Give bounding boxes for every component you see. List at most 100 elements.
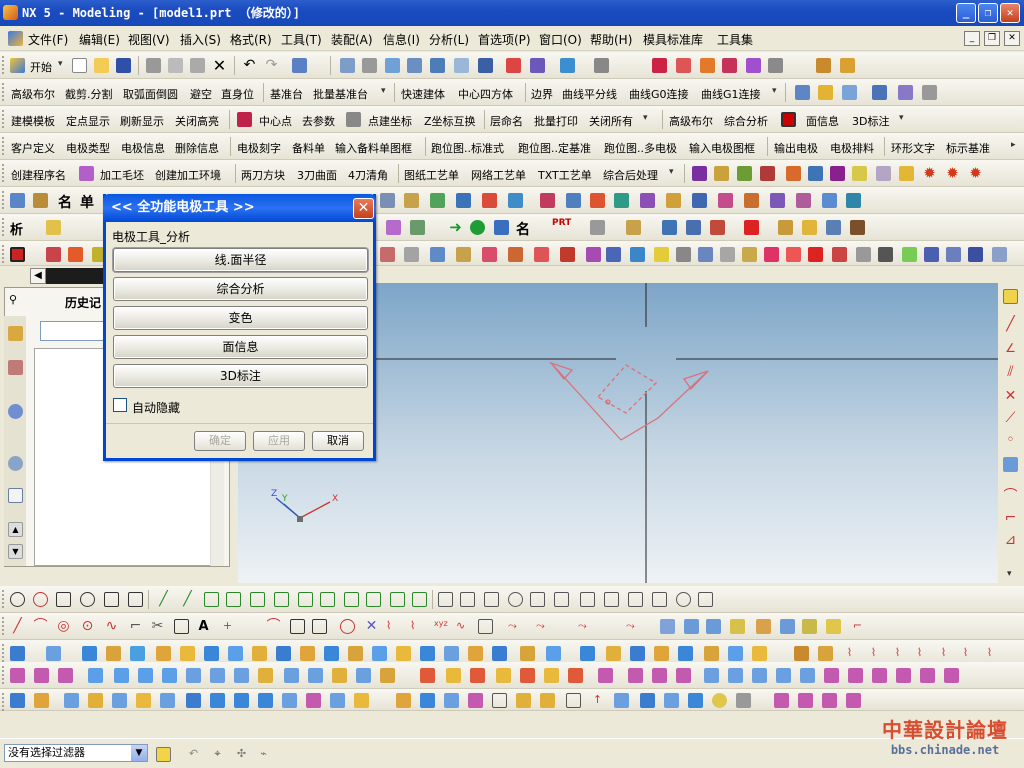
feature-38-icon[interactable]: ⌇ — [958, 646, 973, 661]
snap-point-icon[interactable] — [10, 592, 25, 607]
ok-button[interactable]: 确定 — [194, 431, 246, 451]
curve-extra-19-icon[interactable] — [730, 619, 745, 634]
surface-9-icon[interactable] — [210, 668, 225, 683]
layer-icon[interactable] — [506, 58, 521, 73]
edit-15-icon[interactable] — [354, 693, 369, 708]
tool-electrode-frame[interactable]: 输入电极图框 — [689, 140, 755, 156]
gear-icon[interactable]: ✹ — [968, 166, 983, 181]
menu-help[interactable]: 帮助(H) — [590, 31, 632, 48]
tool-advanced-boolean[interactable]: 高级布尔 — [11, 86, 55, 102]
close-window-button[interactable]: ✕ — [1000, 3, 1020, 23]
pin-icon[interactable]: ⚲ — [9, 293, 17, 306]
snap-line-icon[interactable]: ╱ — [156, 592, 171, 607]
curve-extra-12-icon[interactable]: ⤳ — [508, 619, 523, 634]
curve-spline-icon[interactable]: ∿ — [104, 619, 119, 634]
tool-z-swap[interactable]: Z坐标互换 — [424, 113, 476, 129]
feature-27-icon[interactable] — [678, 646, 693, 661]
edit-2-icon[interactable] — [34, 693, 49, 708]
tool-drawing-sheet[interactable]: 图纸工艺单 — [404, 167, 459, 183]
feature-22-icon[interactable] — [546, 646, 561, 661]
center-point-icon[interactable] — [237, 112, 252, 127]
wcs-rotate-icon[interactable] — [700, 58, 715, 73]
curve-line-icon[interactable]: ╱ — [10, 619, 25, 634]
utility-a-3-icon[interactable] — [380, 193, 395, 208]
feature-6-icon[interactable] — [156, 646, 171, 661]
tool-prt[interactable]: PRT — [552, 218, 571, 228]
utility-a-17-icon[interactable] — [744, 193, 759, 208]
delete-icon[interactable]: ✕ — [212, 58, 227, 74]
curve-extra-14-icon[interactable]: ⤳ — [578, 619, 593, 634]
edit-19-icon[interactable] — [468, 693, 483, 708]
feature-13-icon[interactable] — [324, 646, 339, 661]
tool-two-cut-block[interactable]: 两刀方块 — [241, 167, 285, 183]
utility-a-5-icon[interactable] — [430, 193, 445, 208]
utility-c-16-icon[interactable] — [654, 247, 669, 262]
new-file-icon[interactable] — [72, 58, 87, 73]
utility-c-19-icon[interactable] — [720, 247, 735, 262]
text-icon[interactable]: A — [196, 619, 211, 634]
utility-c-24-icon[interactable] — [832, 247, 847, 262]
curve-circle-icon[interactable]: ◎ — [56, 619, 71, 634]
feature-36-icon[interactable]: ⌇ — [912, 646, 927, 661]
edit-18-icon[interactable] — [444, 693, 459, 708]
tool-customer-define[interactable]: 客户定义 — [11, 140, 55, 156]
web-browser-icon[interactable] — [8, 404, 23, 419]
surface-32-icon[interactable] — [800, 668, 815, 683]
utility-b-9-icon[interactable] — [710, 220, 725, 235]
curve-extra-10-icon[interactable]: ∿ — [456, 619, 471, 634]
tool-center-box[interactable]: 中心四方体 — [458, 86, 513, 102]
feature-24-icon[interactable] — [606, 646, 621, 661]
cross-icon[interactable]: ✕ — [1003, 389, 1018, 404]
feature-5-icon[interactable] — [130, 646, 145, 661]
feature-14-icon[interactable] — [348, 646, 363, 661]
tool-name-2[interactable]: 名 — [516, 219, 530, 239]
cut-icon[interactable] — [146, 58, 161, 73]
surface-6-icon[interactable] — [138, 668, 153, 683]
render-style-icon[interactable] — [478, 58, 493, 73]
curve-extra-20-icon[interactable] — [756, 619, 771, 634]
utility-a-9-icon[interactable] — [540, 193, 555, 208]
edit-12-icon[interactable] — [282, 693, 297, 708]
tool-curve-g1[interactable]: 曲线G1连接 — [701, 86, 761, 102]
mdi-restore-button[interactable]: ❐ — [984, 31, 1000, 46]
surface-2-icon[interactable] — [34, 668, 49, 683]
utility-c-30-icon[interactable] — [968, 247, 983, 262]
restore-button[interactable]: ❐ — [978, 3, 998, 23]
mold-tool-6-icon[interactable] — [808, 166, 823, 181]
line-face-radius-button[interactable]: 线.面半径 — [113, 248, 368, 272]
wcs-icon[interactable] — [652, 58, 667, 73]
fit-view-icon[interactable] — [340, 58, 355, 73]
edit-29-icon[interactable] — [712, 693, 727, 708]
utility-c-22-icon[interactable] — [786, 247, 801, 262]
dialog-close-button[interactable]: ✕ — [353, 198, 374, 219]
feature-31-icon[interactable] — [794, 646, 809, 661]
utility-c-29-icon[interactable] — [946, 247, 961, 262]
point-csys-icon[interactable] — [346, 112, 361, 127]
edit-17-icon[interactable] — [420, 693, 435, 708]
utility-c-9-icon[interactable] — [482, 247, 497, 262]
blank-icon[interactable] — [79, 166, 94, 181]
mdi-close-button[interactable]: ✕ — [1004, 31, 1020, 46]
feature-2-icon[interactable] — [46, 646, 61, 661]
feature-26-icon[interactable] — [654, 646, 669, 661]
tool-three-cut-surface[interactable]: 3刀曲面 — [297, 167, 337, 183]
feature-34-icon[interactable]: ⌇ — [866, 646, 881, 661]
snap-arc-icon[interactable] — [128, 592, 143, 607]
curve-extra-6-icon[interactable]: ✕ — [364, 619, 379, 634]
feature-9-icon[interactable] — [228, 646, 243, 661]
utility-a-13-icon[interactable] — [640, 193, 655, 208]
feature-32-icon[interactable] — [818, 646, 833, 661]
utility-c-20-icon[interactable] — [742, 247, 757, 262]
tool-straight-position[interactable]: 直身位 — [221, 86, 254, 102]
tool-position-standard[interactable]: 跑位图..标准式 — [431, 140, 504, 156]
tool-post-process[interactable]: 综合后处理 — [603, 167, 658, 183]
menu-mold-standard[interactable]: 模具标准库 — [643, 31, 703, 48]
surface-29-icon[interactable] — [728, 668, 743, 683]
snap-body-icon[interactable] — [298, 592, 313, 607]
tool-network-sheet[interactable]: 网络工艺单 — [471, 167, 526, 183]
tool-electrode-type[interactable]: 电极类型 — [66, 140, 110, 156]
utility-a-4-icon[interactable] — [404, 193, 419, 208]
chevron-down-icon[interactable]: ▼ — [131, 745, 147, 761]
shaded-view-icon[interactable] — [560, 58, 575, 73]
tool-electrode-engrave[interactable]: 电极刻字 — [237, 140, 281, 156]
